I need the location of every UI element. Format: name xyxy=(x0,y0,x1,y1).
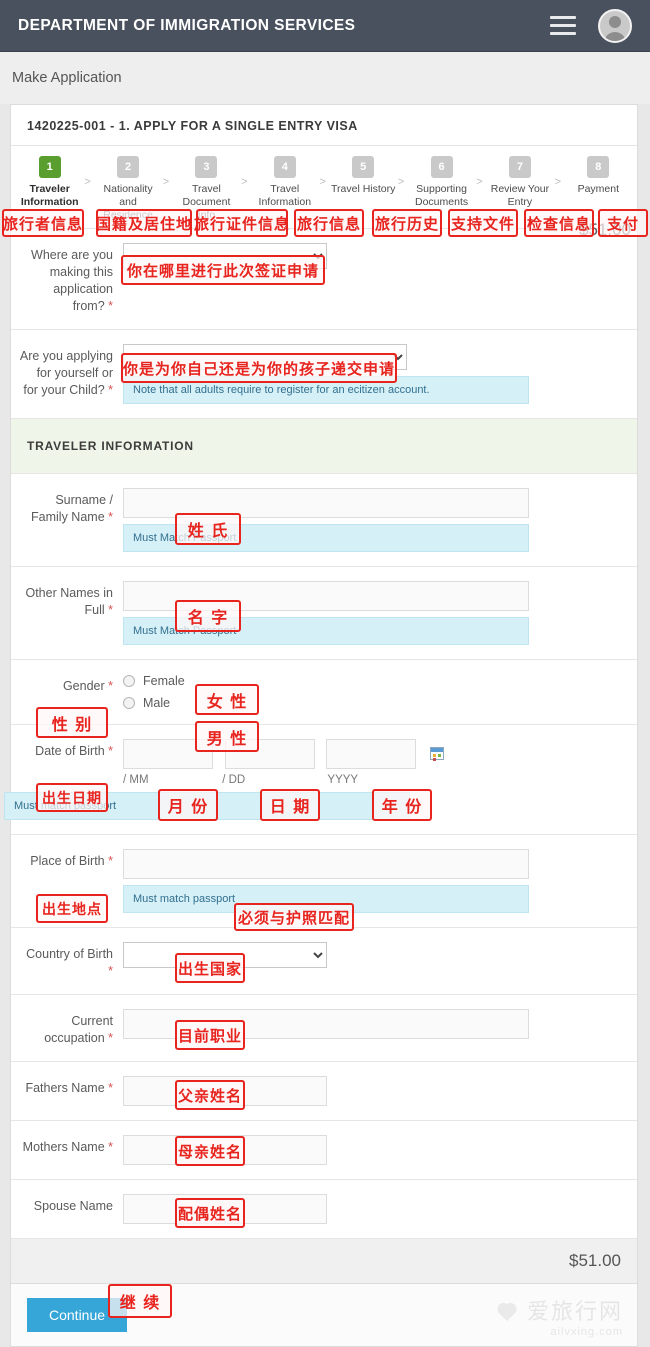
label-surname: Surname / Family Name * xyxy=(31,493,113,524)
label-spouse-name: Spouse Name xyxy=(33,1199,113,1213)
label-fathers-name: Fathers Name * xyxy=(25,1081,113,1095)
gender-female-label[interactable]: Female xyxy=(143,674,185,688)
annotation-box: 月 份 xyxy=(158,789,218,821)
form-row-date-of-birth: Date of Birth * / MM / DD YYYY Must matc… xyxy=(4,724,637,834)
annotation-box: 母亲姓名 xyxy=(175,1136,245,1166)
stepper-step-number-5: 5 xyxy=(352,156,375,178)
dob-month-sep: / MM xyxy=(123,774,149,786)
section-header-traveler-information: TRAVELER INFORMATION xyxy=(11,418,637,473)
stepper-separator: > xyxy=(476,176,483,188)
annotation-box: 检查信息 xyxy=(524,209,594,237)
stepper-step-label-6: Supporting Documents xyxy=(415,183,469,208)
stepper-step-5[interactable]: 5 Travel History xyxy=(329,156,398,196)
stepper-step-8[interactable]: 8 Payment xyxy=(564,156,633,196)
annotation-box: 性 别 xyxy=(36,707,108,738)
annotation-box: 国籍及居住地 xyxy=(96,209,192,237)
annotation-box: 旅行者信息 xyxy=(2,209,84,237)
annotation-box: 出生国家 xyxy=(175,953,245,983)
annotation-box: 必须与护照匹配 xyxy=(234,903,354,931)
place-of-birth-input[interactable] xyxy=(123,849,529,879)
form-row-fathers-name: Fathers Name * xyxy=(11,1061,637,1120)
stepper-separator: > xyxy=(554,176,562,188)
annotation-box: 支持文件 xyxy=(448,209,518,237)
stepper-step-number-6: 6 xyxy=(430,156,453,178)
annotation-box: 你在哪里进行此次签证申请 xyxy=(121,255,325,285)
watermark-domain-text: ailvxing.com xyxy=(550,1326,623,1338)
label-application-origin: Where are you making this application fr… xyxy=(31,248,113,313)
annotation-box: 男 性 xyxy=(195,721,259,752)
stepper-step-4[interactable]: 4 Travel Information xyxy=(250,156,319,209)
gender-male-label[interactable]: Male xyxy=(143,696,170,710)
top-navbar: DEPARTMENT OF IMMIGRATION SERVICES xyxy=(0,0,650,52)
stepper-step-1[interactable]: 1 Traveler Information xyxy=(15,156,84,209)
stepper-step-number-2: 2 xyxy=(117,156,140,178)
total-amount: $51.00 xyxy=(569,1251,621,1270)
form-row-country-of-birth: Country of Birth * xyxy=(11,927,637,994)
annotation-box: 年 份 xyxy=(372,789,432,821)
site-watermark: 爱旅行网 ailvxing.com xyxy=(495,1294,623,1338)
annotation-box: 父亲姓名 xyxy=(175,1080,245,1110)
stepper-step-label-7: Review Your Entry xyxy=(490,183,550,208)
annotation-box: 配偶姓名 xyxy=(175,1198,245,1228)
application-title: 1420225-001 - 1. APPLY FOR A SINGLE ENTR… xyxy=(11,105,637,146)
label-gender: Gender * xyxy=(62,679,113,693)
annotation-box: 旅行历史 xyxy=(372,209,442,237)
annotation-box: 你是为你自己还是为你的孩子递交申请 xyxy=(121,353,397,383)
stepper-step-number-1: 1 xyxy=(38,156,61,178)
stepper-separator: > xyxy=(241,176,248,188)
radio-female-icon[interactable] xyxy=(123,675,135,687)
annotation-box: 旅行证件信息 xyxy=(194,209,289,237)
annotation-box: 旅行信息 xyxy=(294,209,364,237)
dob-day-sep: / DD xyxy=(222,774,246,786)
form-row-occupation: Current occupation * xyxy=(11,994,637,1061)
stepper-separator: > xyxy=(162,176,170,188)
form-footer: Continue 爱旅行网 ailvxing.com xyxy=(11,1283,637,1346)
calendar-icon[interactable] xyxy=(429,747,444,760)
form-row-spouse-name: Spouse Name xyxy=(11,1179,637,1238)
stepper-separator: > xyxy=(397,176,405,188)
form-row-mothers-name: Mothers Name * xyxy=(11,1120,637,1179)
label-mothers-name: Mothers Name * xyxy=(22,1140,113,1154)
annotation-box: 姓 氏 xyxy=(175,513,241,545)
stepper-step-7[interactable]: 7 Review Your Entry xyxy=(485,156,554,209)
radio-male-icon[interactable] xyxy=(123,697,135,709)
annotation-box: 名 字 xyxy=(175,600,241,632)
label-other-names: Other Names in Full * xyxy=(25,586,113,617)
label-applying-for: Are you applying for yourself or for you… xyxy=(19,349,113,397)
stepper-step-number-8: 8 xyxy=(587,156,610,178)
heart-logo-icon xyxy=(495,1298,521,1322)
stepper-separator: > xyxy=(84,176,91,188)
total-amount-bar: $51.00 xyxy=(11,1238,637,1283)
stepper-step-label-4: Travel Information xyxy=(258,183,312,208)
stepper-step-number-7: 7 xyxy=(508,156,531,178)
avatar-body xyxy=(604,31,626,41)
annotation-box: 出生地点 xyxy=(36,894,108,923)
stepper-step-label-5: Travel History xyxy=(331,183,396,195)
dob-year-sep: YYYY xyxy=(327,774,359,786)
label-occupation: Current occupation * xyxy=(44,1014,113,1045)
page-title: Make Application xyxy=(12,70,122,86)
user-avatar-icon[interactable] xyxy=(598,8,632,43)
label-country-of-birth: Country of Birth * xyxy=(26,947,113,978)
stepper-separator: > xyxy=(319,176,326,188)
annotation-box: 日 期 xyxy=(260,789,320,821)
page-subheader: Make Application xyxy=(0,52,650,104)
watermark-cn-text: 爱旅行网 xyxy=(526,1300,623,1325)
stepper-step-number-4: 4 xyxy=(273,156,296,178)
dob-year-input[interactable] xyxy=(326,739,417,769)
app-brand-title: DEPARTMENT OF IMMIGRATION SERVICES xyxy=(18,16,356,34)
annotation-box: 支付 xyxy=(598,209,648,237)
stepper-step-label-1: Traveler Information xyxy=(20,183,79,208)
form-row-other-names: Other Names in Full * Must Match Passpor… xyxy=(11,566,637,659)
form-row-surname: Surname / Family Name * Must Match Passp… xyxy=(11,473,637,566)
stepper-step-label-8: Payment xyxy=(577,183,620,195)
annotation-box: 目前职业 xyxy=(175,1020,245,1050)
annotation-box: 出生日期 xyxy=(36,783,108,812)
stepper-step-number-3: 3 xyxy=(195,156,218,178)
avatar-head xyxy=(609,15,621,28)
annotation-box: 继 续 xyxy=(108,1284,172,1318)
hamburger-icon[interactable] xyxy=(550,16,576,35)
annotation-box: 女 性 xyxy=(195,684,259,715)
stepper-step-6[interactable]: 6 Supporting Documents xyxy=(407,156,476,209)
